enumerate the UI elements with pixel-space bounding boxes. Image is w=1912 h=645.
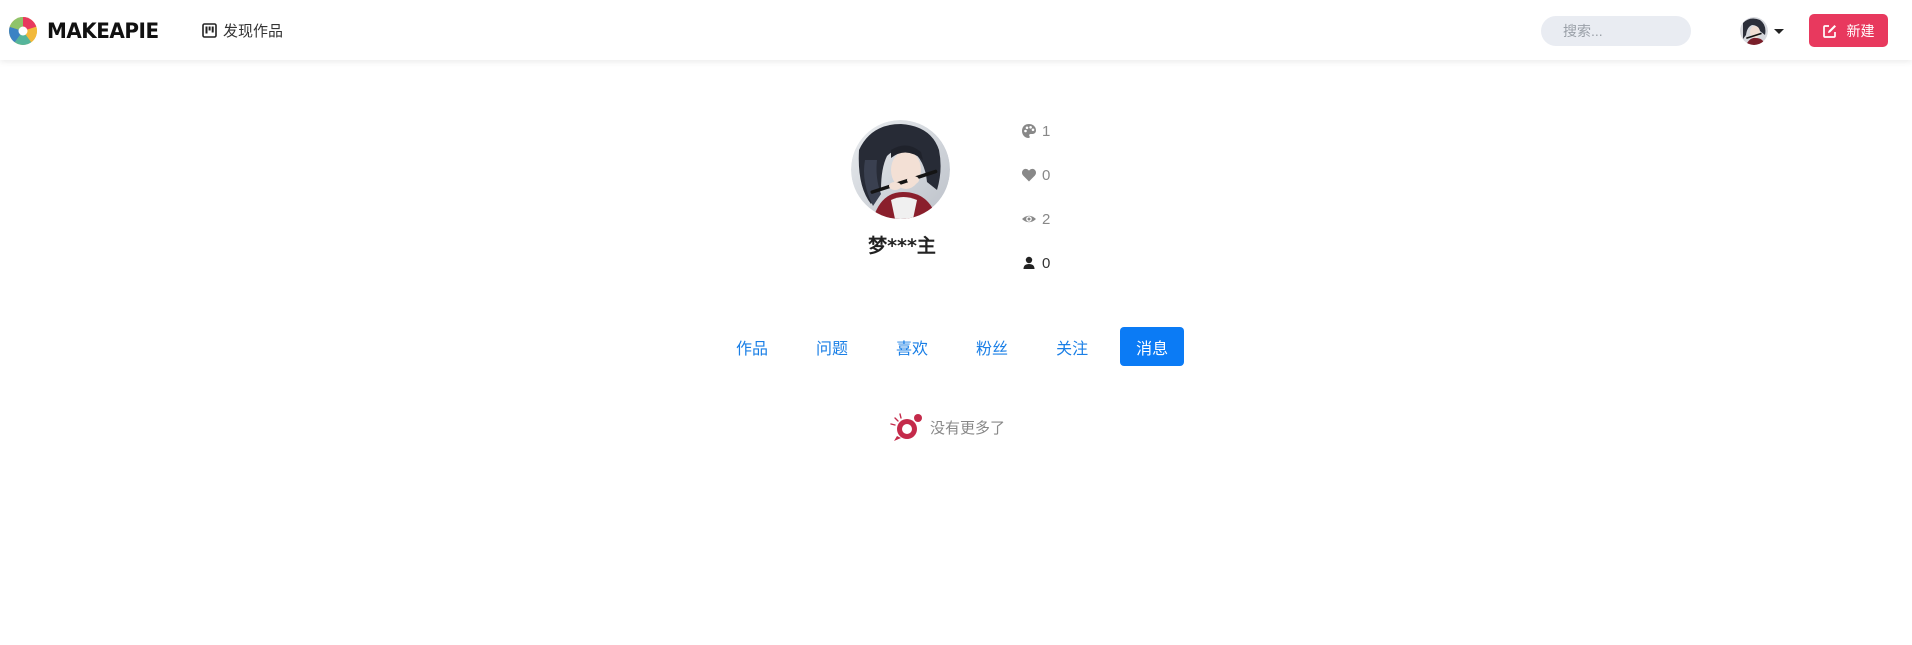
makeapie-logo-icon: [9, 17, 37, 45]
tab-following[interactable]: 关注: [1040, 327, 1104, 366]
new-button[interactable]: 新建: [1809, 14, 1888, 47]
tab-works[interactable]: 作品: [720, 327, 784, 366]
empty-state-text: 没有更多了: [930, 418, 1006, 437]
new-button-label: 新建: [1846, 23, 1875, 40]
empty-bubble-icon: [890, 413, 922, 441]
tab-likes[interactable]: 喜欢: [880, 327, 944, 366]
stat-likes-value: 0: [1042, 166, 1051, 184]
tab-questions[interactable]: 问题: [800, 327, 864, 366]
profile-name: 梦***主: [868, 235, 936, 257]
stat-views: 2: [1021, 208, 1050, 230]
edit-icon: [1822, 24, 1836, 38]
stat-likes: 0: [1021, 164, 1050, 186]
top-navbar: MAKEAPIE 发现作品 新建: [0, 0, 1912, 60]
avatar: [1740, 17, 1768, 45]
tab-messages[interactable]: 消息: [1120, 327, 1185, 366]
profile-stats: 1 0 2 0: [1021, 120, 1050, 296]
kanban-icon: [202, 22, 217, 38]
palette-icon: [1022, 124, 1036, 138]
stat-works-value: 1: [1042, 122, 1051, 140]
stat-views-value: 2: [1042, 210, 1051, 228]
nav-discover-label: 发现作品: [223, 21, 284, 40]
stat-followers-value: 0: [1042, 254, 1051, 272]
heart-icon: [1022, 168, 1036, 182]
brand-logo-link[interactable]: MAKEAPIE: [8, 15, 162, 47]
stat-followers: 0: [1021, 252, 1050, 274]
user-menu-toggle[interactable]: [1740, 16, 1784, 46]
stat-works: 1: [1021, 120, 1050, 142]
search-input[interactable]: [1541, 16, 1691, 46]
brand-name: MAKEAPIE: [46, 19, 159, 43]
eye-icon: [1022, 215, 1036, 223]
chevron-down-icon: [1774, 28, 1784, 34]
nav-discover-link[interactable]: 发现作品: [202, 18, 283, 42]
profile-avatar: [851, 120, 950, 219]
empty-state: 没有更多了: [890, 410, 1005, 444]
tab-fans[interactable]: 粉丝: [960, 327, 1024, 366]
user-icon: [1023, 256, 1035, 269]
profile-tabs: 作品 问题 喜欢 粉丝 关注 消息: [720, 327, 1185, 366]
